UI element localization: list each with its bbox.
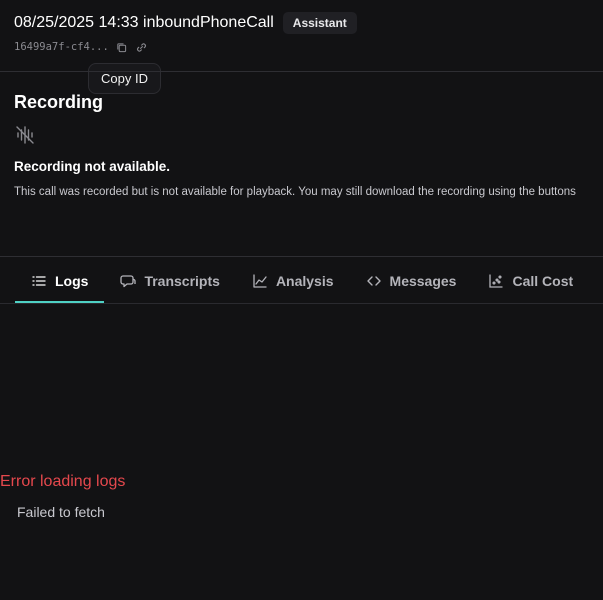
list-icon <box>32 275 46 286</box>
line-chart-icon <box>253 273 267 288</box>
section-divider <box>0 256 603 257</box>
copy-id-button[interactable] <box>115 40 129 54</box>
call-title: 08/25/2025 14:33 inboundPhoneCall <box>14 14 274 31</box>
link-icon <box>137 42 147 52</box>
call-id-row: 16499a7f-cf4... <box>14 40 603 54</box>
recording-status: Recording not available. <box>14 159 171 174</box>
tab-bar-divider <box>0 303 603 304</box>
copy-icon <box>117 42 127 52</box>
tab-more[interactable] <box>589 258 603 303</box>
tab-transcripts[interactable]: Transcripts <box>104 258 235 303</box>
assistant-badge: Assistant <box>282 12 357 34</box>
tab-label: Analysis <box>275 272 334 289</box>
tab-label: Transcripts <box>144 272 220 289</box>
recording-heading: Recording <box>14 92 104 112</box>
chat-bubble-icon <box>120 274 137 287</box>
tab-logs[interactable]: Logs <box>15 258 105 303</box>
copy-id-tooltip: Copy ID <box>88 63 161 94</box>
logs-error-message: Failed to fetch <box>17 504 105 520</box>
call-detail-panel: 08/25/2025 14:33 inboundPhoneCall Assist… <box>0 0 603 600</box>
recording-description: This call was recorded but is not availa… <box>14 186 576 198</box>
recording-section: Recording Recording not available. This … <box>14 91 603 200</box>
copy-link-button[interactable] <box>135 40 149 54</box>
tab-analysis[interactable]: Analysis <box>236 258 350 303</box>
tab-bar: Logs Transcripts Analysis Messages Call … <box>15 258 603 303</box>
logs-error-title: Error loading logs <box>0 473 126 490</box>
tab-messages[interactable]: Messages <box>350 258 473 303</box>
header-divider <box>0 71 603 72</box>
scatter-chart-icon <box>489 273 504 288</box>
code-icon <box>366 275 381 286</box>
title-row: 08/25/2025 14:33 inboundPhoneCall Assist… <box>14 12 603 34</box>
call-id: 16499a7f-cf4... <box>14 41 109 53</box>
tab-label: Call Cost <box>512 272 574 289</box>
call-header: 08/25/2025 14:33 inboundPhoneCall Assist… <box>14 12 603 54</box>
tab-call-cost[interactable]: Call Cost <box>472 258 589 303</box>
tab-label: Messages <box>389 272 457 289</box>
tab-label: Logs <box>55 272 89 289</box>
audio-off-icon <box>16 126 34 144</box>
